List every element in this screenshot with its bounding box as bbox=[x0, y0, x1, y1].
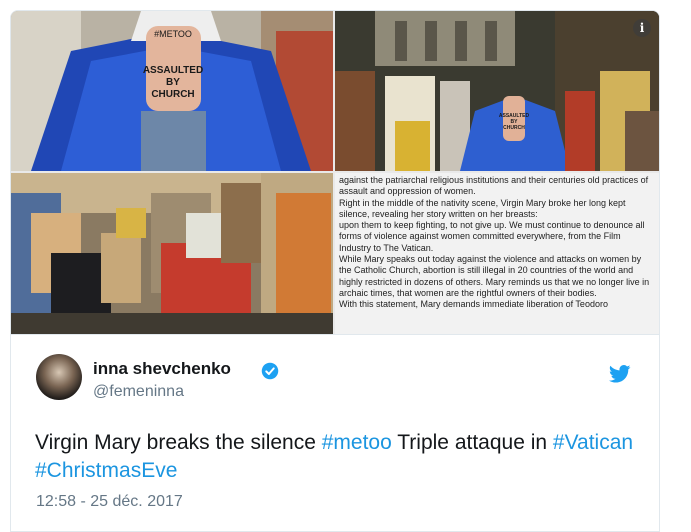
user-handle[interactable]: @femeninna bbox=[93, 383, 184, 401]
photo-nativity-closeup[interactable] bbox=[11, 173, 333, 334]
photo-protester-blue-cloak[interactable]: #METOO ASSAULTED BY CHURCH bbox=[11, 11, 333, 171]
embedded-tweet-card: #METOO ASSAULTED BY CHURCH ASSAULTED BY … bbox=[10, 10, 660, 532]
tweet-media-grid[interactable]: #METOO ASSAULTED BY CHURCH ASSAULTED BY … bbox=[11, 11, 659, 334]
info-icon[interactable]: i bbox=[633, 19, 651, 37]
photo-2-body-text-line3: CHURCH bbox=[503, 125, 525, 131]
photo-1-illustration: #METOO ASSAULTED BY CHURCH bbox=[11, 11, 333, 171]
tweet-body: inna shevchenko @femeninna Virgin Mary b… bbox=[11, 334, 659, 531]
hashtag-vatican[interactable]: #Vatican bbox=[553, 431, 633, 454]
photo-1-body-text-line3: CHURCH bbox=[151, 89, 194, 100]
hashtag-christmaseve[interactable]: #ChristmasEve bbox=[35, 459, 177, 482]
tweet-text-part1: Virgin Mary breaks the silence bbox=[35, 431, 322, 454]
tweet-text: Virgin Mary breaks the silence #metoo Tr… bbox=[35, 429, 645, 485]
photo-1-body-text-line2: BY bbox=[166, 77, 180, 88]
tweet-timestamp[interactable]: 12:58 - 25 déc. 2017 bbox=[36, 493, 183, 511]
article-text-body: against the patriarchal religious instit… bbox=[339, 175, 650, 310]
photo-1-body-text-line1: ASSAULTED bbox=[143, 65, 203, 76]
avatar[interactable] bbox=[36, 354, 82, 400]
display-name[interactable]: inna shevchenko bbox=[93, 359, 231, 379]
photo-3-illustration bbox=[11, 173, 333, 334]
photo-2-illustration: ASSAULTED BY CHURCH bbox=[335, 11, 659, 171]
twitter-bird-icon[interactable] bbox=[609, 365, 631, 383]
photo-article-text[interactable]: against the patriarchal religious instit… bbox=[335, 173, 659, 334]
verified-badge-icon bbox=[261, 362, 279, 380]
photo-nativity-scene-night[interactable]: ASSAULTED BY CHURCH i bbox=[335, 11, 659, 171]
hashtag-metoo[interactable]: #metoo bbox=[322, 431, 392, 454]
tweet-text-part2: Triple attaque in bbox=[391, 431, 553, 454]
photo-1-metoo-text: #METOO bbox=[154, 29, 192, 39]
